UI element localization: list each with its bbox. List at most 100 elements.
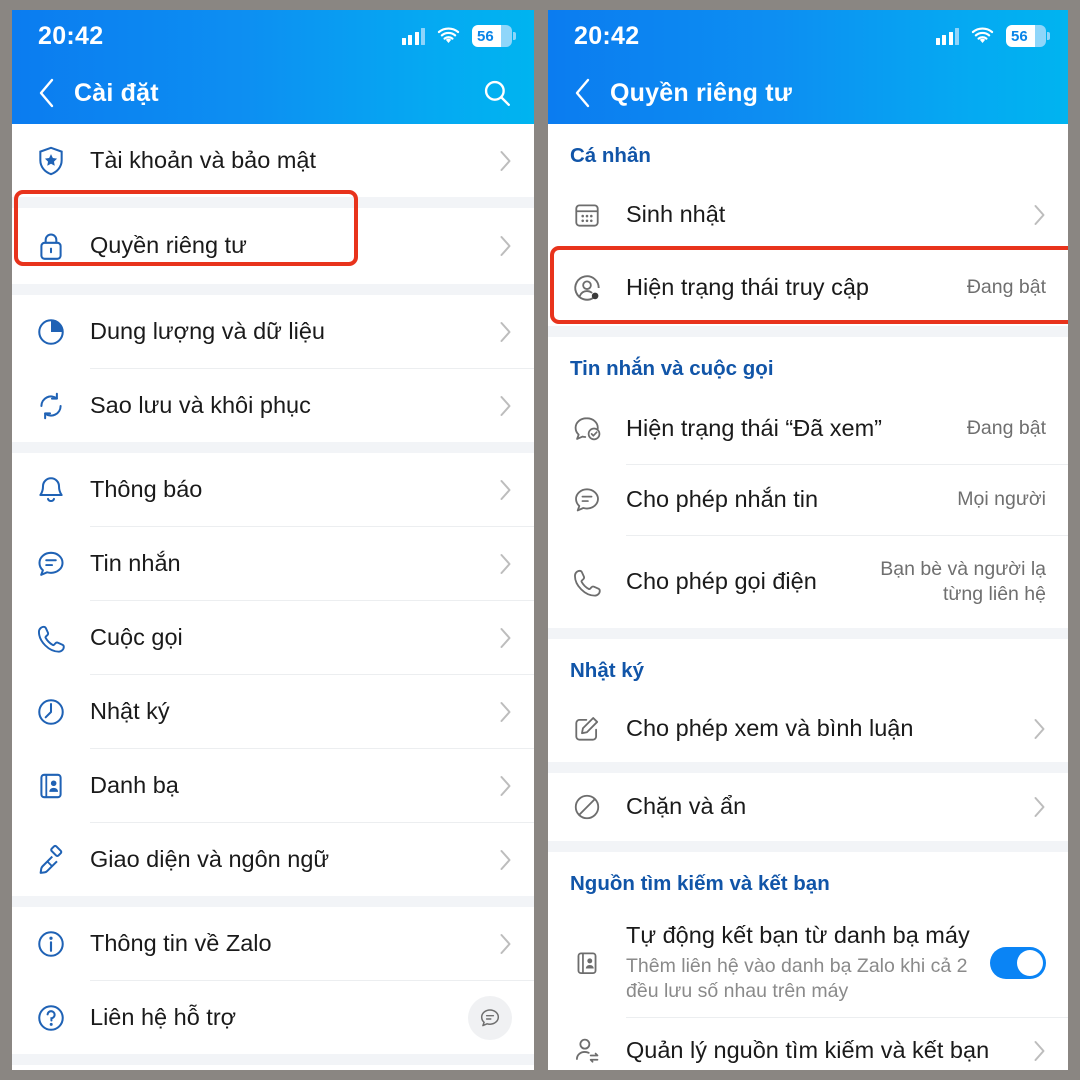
chevron-right-icon bbox=[490, 479, 512, 501]
section-header-messages-calls: Tin nhắn và cuộc gọi bbox=[548, 337, 1068, 394]
section-header-search-sources: Nguồn tìm kiếm và kết bạn bbox=[548, 852, 1068, 909]
settings-row-label: Danh bạ bbox=[90, 771, 179, 798]
settings-row-contacts[interactable]: Danh bạ bbox=[12, 749, 534, 822]
settings-row-partial[interactable] bbox=[12, 1065, 534, 1070]
status-clock: 20:42 bbox=[574, 21, 640, 50]
privacy-row-allow-messages[interactable]: Cho phép nhắn tin Mọi người bbox=[548, 465, 1068, 535]
chevron-right-icon bbox=[490, 849, 512, 871]
group-separator bbox=[12, 1054, 534, 1065]
settings-row-history[interactable]: Nhật ký bbox=[12, 675, 534, 748]
left-settings-list: Tài khoản và bảo mật Quyền riêng tư Dung… bbox=[12, 124, 534, 1070]
person-status-icon bbox=[548, 272, 626, 304]
settings-row-calls[interactable]: Cuộc gọi bbox=[12, 601, 534, 674]
status-icon-group: 56 bbox=[935, 25, 1050, 47]
contact-book-icon bbox=[12, 770, 90, 802]
settings-row-storage-data[interactable]: Dung lượng và dữ liệu bbox=[12, 295, 534, 368]
group-separator bbox=[548, 326, 1068, 337]
settings-row-account-security[interactable]: Tài khoản và bảo mật bbox=[12, 124, 534, 197]
settings-row-label: Tài khoản và bảo mật bbox=[90, 146, 316, 173]
settings-group: Thông tin về Zalo Liên hệ hỗ trợ bbox=[12, 907, 534, 1054]
chevron-right-icon bbox=[1024, 1040, 1046, 1062]
settings-group: Quyền riêng tư bbox=[12, 208, 534, 284]
phone-icon bbox=[548, 566, 626, 598]
sync-icon bbox=[12, 390, 90, 422]
chevron-right-icon bbox=[490, 150, 512, 172]
privacy-row-birthday[interactable]: Sinh nhật bbox=[548, 181, 1068, 249]
privacy-row-label: Quản lý nguồn tìm kiếm và kết bạn bbox=[626, 1037, 990, 1064]
privacy-row-label: Cho phép nhắn tin bbox=[626, 486, 819, 513]
search-icon[interactable] bbox=[476, 78, 512, 108]
back-button[interactable] bbox=[572, 77, 610, 109]
settings-row-label: Nhật ký bbox=[90, 697, 170, 724]
settings-group: Hiện trạng thái “Đã xem” Đang bật Cho ph… bbox=[548, 394, 1068, 628]
settings-row-label: Quyền riêng tư bbox=[90, 232, 247, 259]
privacy-row-label: Hiện trạng thái “Đã xem” bbox=[626, 415, 882, 442]
phone-icon bbox=[12, 622, 90, 654]
status-bar-right: 20:42 56 bbox=[548, 10, 1068, 62]
privacy-row-label: Chặn và ẩn bbox=[626, 793, 747, 820]
privacy-settings-list: Cá nhân Sinh nhật Hiện trạng thái truy c… bbox=[548, 124, 1068, 1070]
chat-support-icon[interactable] bbox=[468, 995, 512, 1040]
settings-group-partial bbox=[12, 1065, 534, 1070]
chevron-right-icon bbox=[490, 553, 512, 575]
auto-friend-toggle[interactable] bbox=[990, 947, 1046, 979]
pie-chart-icon bbox=[12, 316, 90, 348]
chat-bubble-icon bbox=[12, 548, 90, 580]
group-separator bbox=[12, 442, 534, 453]
privacy-row-manage-sources[interactable]: Quản lý nguồn tìm kiếm và kết bạn bbox=[548, 1018, 1068, 1070]
privacy-row-view-comment[interactable]: Cho phép xem và bình luận bbox=[548, 696, 1068, 762]
chat-bubble-icon bbox=[548, 484, 626, 516]
privacy-row-block-hide[interactable]: Chặn và ẩn bbox=[548, 773, 1068, 841]
group-separator bbox=[548, 841, 1068, 852]
group-separator bbox=[12, 284, 534, 295]
lock-icon bbox=[12, 230, 90, 262]
left-nav-bar: Cài đặt bbox=[12, 62, 534, 124]
privacy-row-value: Đang bật bbox=[966, 417, 1046, 440]
chevron-right-icon bbox=[490, 701, 512, 723]
clock-icon bbox=[12, 696, 90, 728]
screenshot-stage: 20:42 56 Cài đặt Tài khoản và bảo mật Qu… bbox=[0, 0, 1080, 1080]
question-circle-icon bbox=[12, 1002, 90, 1034]
battery-icon: 56 bbox=[472, 25, 516, 47]
privacy-row-access-status[interactable]: Hiện trạng thái truy cập Đang bật bbox=[548, 250, 1068, 326]
settings-row-about-zalo[interactable]: Thông tin về Zalo bbox=[12, 907, 534, 980]
chevron-right-icon bbox=[1024, 718, 1046, 740]
settings-row-messages[interactable]: Tin nhắn bbox=[12, 527, 534, 600]
section-header-personal: Cá nhân bbox=[548, 124, 1068, 181]
settings-group: Tự động kết bạn từ danh bạ máy Thêm liên… bbox=[548, 909, 1068, 1070]
privacy-row-auto-friend[interactable]: Tự động kết bạn từ danh bạ máy Thêm liên… bbox=[548, 909, 1068, 1017]
settings-row-notifications[interactable]: Thông báo bbox=[12, 453, 534, 526]
group-separator bbox=[548, 762, 1068, 773]
section-header-diary: Nhật ký bbox=[548, 639, 1068, 696]
page-title: Cài đặt bbox=[74, 78, 159, 107]
wifi-icon bbox=[970, 27, 995, 46]
privacy-row-label: Cho phép gọi điện bbox=[626, 568, 817, 595]
settings-row-support[interactable]: Liên hệ hỗ trợ bbox=[12, 981, 534, 1054]
back-button[interactable] bbox=[36, 77, 74, 109]
privacy-row-allow-calls[interactable]: Cho phép gọi điện Bạn bè và người lạ từn… bbox=[548, 536, 1068, 628]
contact-book-icon bbox=[548, 947, 626, 979]
group-separator bbox=[548, 628, 1068, 639]
info-circle-icon bbox=[12, 928, 90, 960]
settings-row-label: Dung lượng và dữ liệu bbox=[90, 317, 325, 344]
privacy-row-seen-status[interactable]: Hiện trạng thái “Đã xem” Đang bật bbox=[548, 394, 1068, 464]
paint-roller-icon bbox=[12, 844, 90, 876]
settings-group: Tài khoản và bảo mật bbox=[12, 124, 534, 197]
privacy-row-label: Hiện trạng thái truy cập bbox=[626, 274, 869, 301]
signal-icon bbox=[935, 27, 959, 45]
chevron-right-icon bbox=[490, 933, 512, 955]
group-separator bbox=[12, 197, 534, 208]
settings-row-appearance-language[interactable]: Giao diện và ngôn ngữ bbox=[12, 823, 534, 896]
settings-row-privacy[interactable]: Quyền riêng tư bbox=[12, 208, 534, 284]
right-phone-screen: 20:42 56 Quyền riêng tư Cá nhân Sinh nhậ… bbox=[548, 10, 1068, 1070]
edit-square-icon bbox=[548, 714, 626, 744]
bell-icon bbox=[12, 474, 90, 506]
shield-star-icon bbox=[12, 145, 90, 177]
settings-row-label: Thông báo bbox=[90, 475, 203, 502]
privacy-row-value: Đang bật bbox=[966, 276, 1046, 299]
settings-row-backup-restore[interactable]: Sao lưu và khôi phục bbox=[12, 369, 534, 442]
privacy-row-title: Tự động kết bạn từ danh bạ máy bbox=[626, 922, 970, 949]
page-title: Quyền riêng tư bbox=[610, 78, 793, 107]
battery-percent: 56 bbox=[477, 27, 494, 45]
group-separator bbox=[12, 896, 534, 907]
